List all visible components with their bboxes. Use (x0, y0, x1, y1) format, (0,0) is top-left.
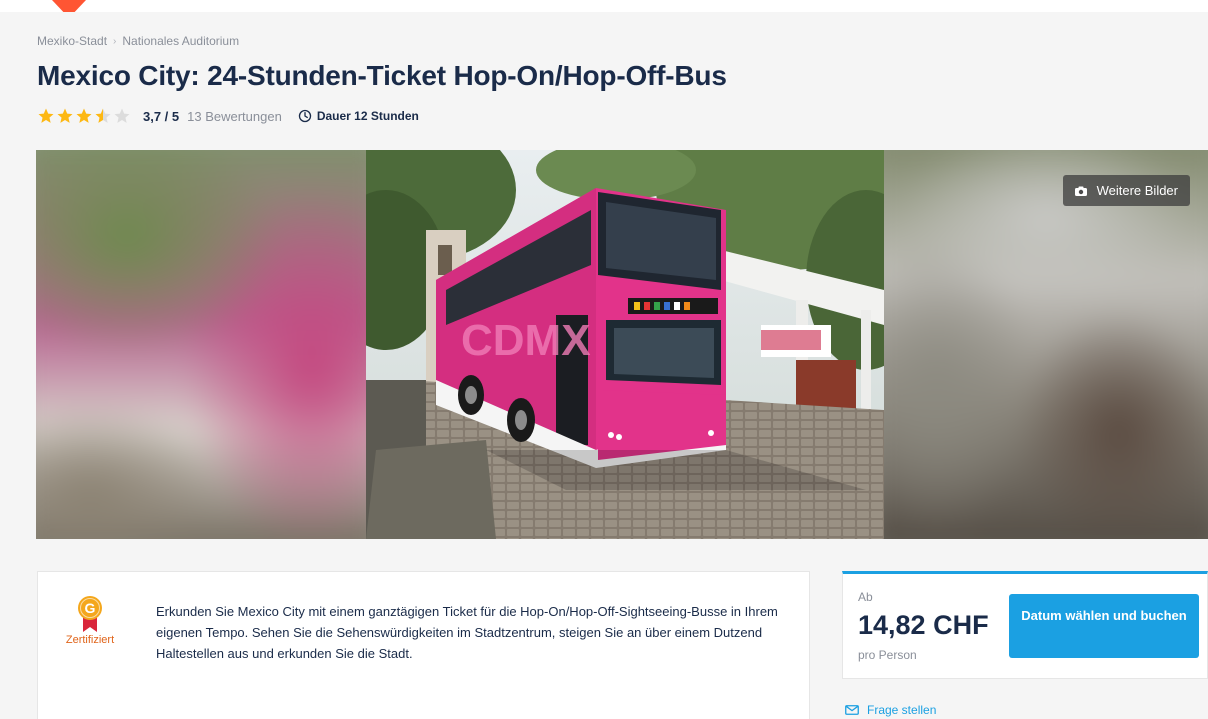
camera-icon (1074, 186, 1087, 196)
star-icon (57, 108, 73, 123)
breadcrumb-item-venue[interactable]: Nationales Auditorium (122, 34, 239, 48)
price-unit: pro Person (858, 648, 917, 662)
price-from-label: Ab (858, 590, 873, 604)
gallery-image-prev[interactable] (36, 150, 366, 539)
certified-label: Zertifiziert (65, 634, 115, 646)
description-card: G Zertifiziert Erkunden Sie Mexico City … (37, 571, 810, 719)
clock-icon (298, 109, 311, 123)
booking-card: Ab 14,82 CHF pro Person Datum wählen und… (842, 571, 1208, 679)
bus-photo: CDMX (366, 150, 884, 539)
duration: Dauer 12 Stunden (298, 109, 419, 123)
rating-value: 3,7 / 5 (143, 108, 180, 124)
top-bar (0, 0, 1208, 12)
description-text: Erkunden Sie Mexico City mit einem ganzt… (156, 604, 778, 661)
reviews-link[interactable]: 13 Bewertungen (187, 109, 282, 124)
gallery-image-next[interactable] (884, 150, 1208, 539)
select-date-and-book-button[interactable]: Datum wählen und buchen (1009, 594, 1199, 658)
ask-question-label: Frage stellen (867, 703, 937, 717)
breadcrumb-separator: › (113, 35, 117, 47)
breadcrumb-item-city[interactable]: Mexiko-Stadt (37, 34, 107, 48)
breadcrumb: Mexiko-Stadt › Nationales Auditorium (37, 34, 239, 48)
star-empty-icon (114, 108, 130, 123)
duration-text: Dauer 12 Stunden (316, 109, 419, 123)
star-half-icon (95, 108, 111, 123)
page-title: Mexico City: 24-Stunden-Ticket Hop-On/Ho… (37, 60, 727, 91)
svg-text:CDMX: CDMX (461, 316, 591, 365)
star-rating[interactable] (37, 107, 131, 125)
more-images-button[interactable]: Weitere Bilder (1062, 175, 1190, 206)
star-icon (76, 108, 92, 123)
certified-badge: G Zertifiziert (60, 596, 120, 646)
ask-question-link[interactable]: Frage stellen (845, 703, 936, 717)
activity-meta: 3,7 / 5 13 Bewertungen Dauer 12 Stunden (37, 106, 419, 126)
gallery-image-main[interactable]: CDMX (366, 150, 884, 539)
star-icon (38, 108, 54, 123)
image-gallery[interactable]: CDMX Weitere Bilder (36, 150, 1208, 539)
price-value: 14,82 CHF (858, 610, 989, 640)
certified-badge-icon: G (78, 596, 102, 632)
badge-letter: G (85, 600, 96, 616)
more-images-label: Weitere Bilder (1096, 183, 1178, 198)
envelope-icon (845, 705, 859, 715)
